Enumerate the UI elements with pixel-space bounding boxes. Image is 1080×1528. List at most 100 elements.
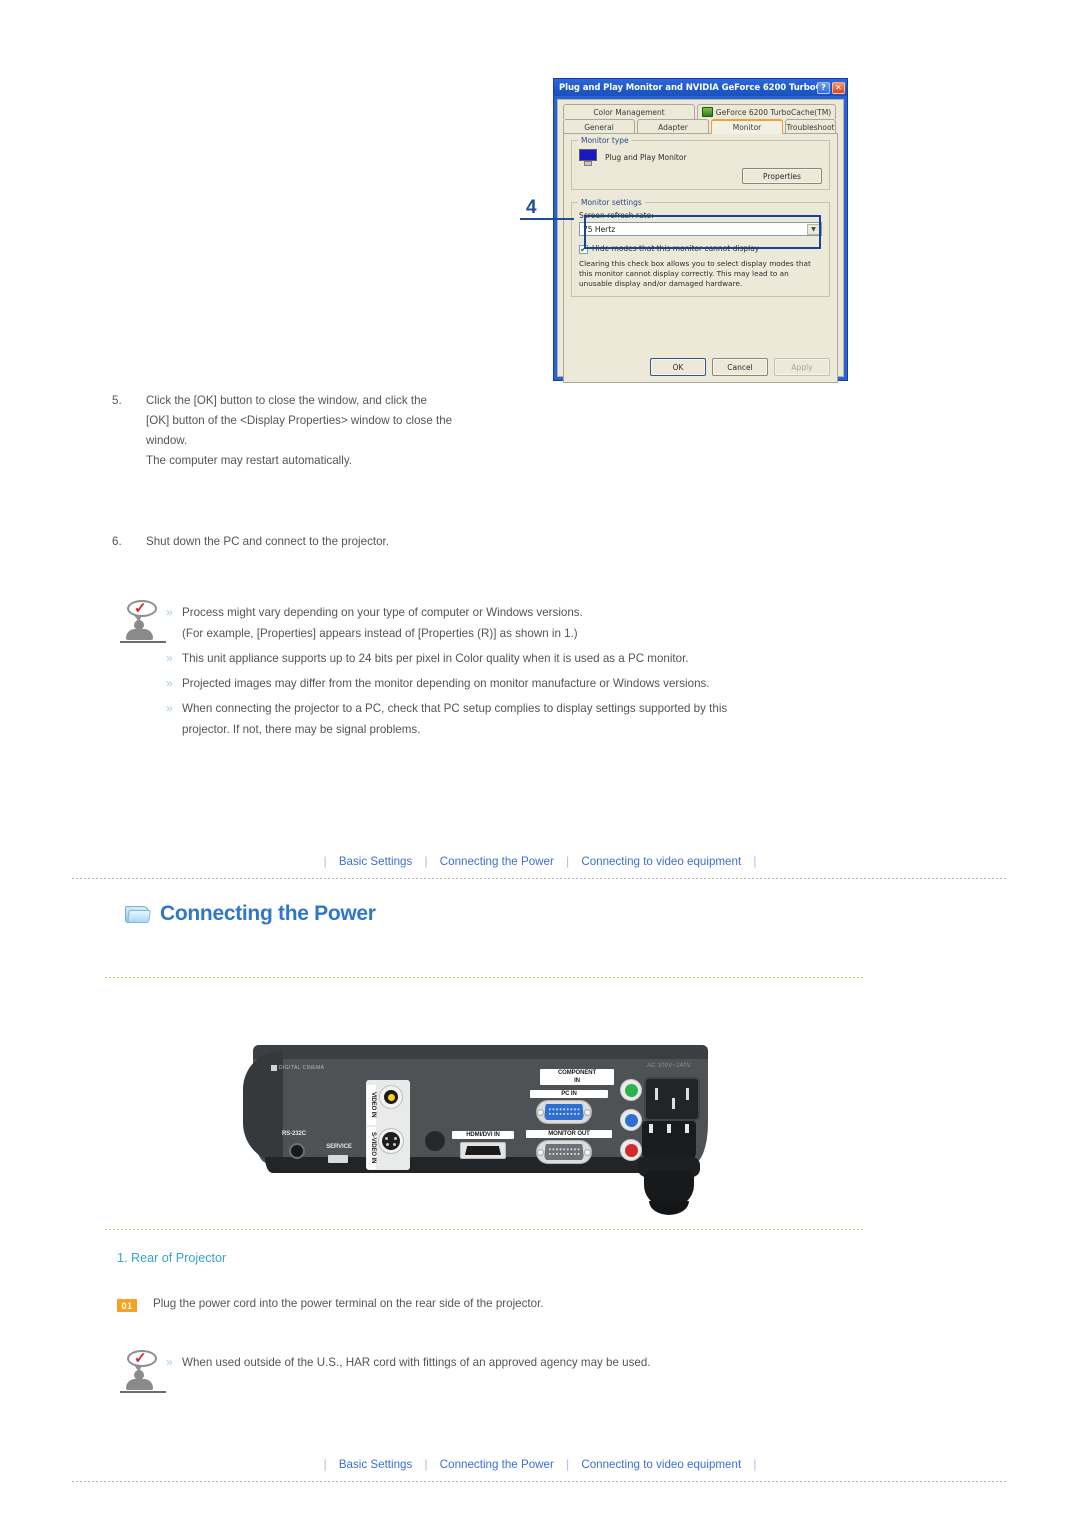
apply-button: Apply <box>774 358 830 376</box>
nav-pipe-1: | <box>424 855 428 868</box>
monitor-type-row: Plug and Play Monitor <box>579 149 822 166</box>
note-top-item-4: » When connecting the projector to a PC,… <box>166 698 727 740</box>
breadcrumb-nav-bottom: | Basic Settings | Connecting the Power … <box>72 1458 1008 1471</box>
ok-button[interactable]: OK <box>650 358 706 376</box>
bullet-chevron-icon: » <box>166 651 173 665</box>
step-6-number: 6. <box>112 535 122 548</box>
nvidia-chip-icon <box>701 107 713 117</box>
note-person-check-icon: ✓ <box>120 598 166 644</box>
monitor-settings-group: Monitor settings Screen refresh rate: 75… <box>571 198 830 297</box>
callout-4-number: 4 <box>526 197 537 218</box>
note-bottom-list: » When used outside of the U.S., HAR cor… <box>166 1348 651 1394</box>
note-top-item-3: » Projected images may differ from the m… <box>166 673 727 694</box>
tab-strip-row2: General Adapter Monitor Troubleshoot <box>563 119 838 134</box>
tab-troubleshoot[interactable]: Troubleshoot <box>785 119 836 134</box>
breadcrumb-nav-top: | Basic Settings | Connecting the Power … <box>72 855 1008 868</box>
section-title-text: Connecting the Power <box>160 902 376 925</box>
nav-pipe-2: | <box>566 855 570 868</box>
nav-link-connecting-to-video-equipment[interactable]: Connecting to video equipment <box>581 855 741 868</box>
tab-adapter[interactable]: Adapter <box>637 119 709 134</box>
note-top-item-1-line-1: Process might vary depending on your typ… <box>182 606 583 619</box>
projector-brand-text: DIGITAL CINEMA <box>279 1065 325 1071</box>
dialog-title: Plug and Play Monitor and NVIDIA GeForce… <box>559 82 817 93</box>
section-header: Connecting the Power <box>125 902 376 926</box>
nav-link-basic-settings[interactable]: Basic Settings <box>339 1458 412 1471</box>
note-top-item-1-text: Process might vary depending on your typ… <box>182 602 583 644</box>
cancel-button[interactable]: Cancel <box>712 358 768 376</box>
titlebar-buttons: ? ✕ <box>817 81 845 94</box>
port-label-service: SERVICE <box>326 1144 352 1150</box>
note-block-top: ✓ » Process might vary depending on your… <box>120 598 727 744</box>
close-icon[interactable]: ✕ <box>832 81 845 94</box>
nav-pipe-left: | <box>323 855 327 868</box>
note-person-check-icon: ✓ <box>120 1348 166 1394</box>
nav-link-connecting-to-video-equipment[interactable]: Connecting to video equipment <box>581 1458 741 1471</box>
tab-general[interactable]: General <box>563 119 635 134</box>
port-label-svideo-in: S-VIDEO IN <box>367 1127 376 1169</box>
ac-power-label: AC 100V~240V <box>647 1063 691 1069</box>
step-5-text: Click the [OK] button to close the windo… <box>146 391 452 471</box>
hide-modes-help-text: Clearing this check box allows you to se… <box>579 259 811 289</box>
bullet-chevron-icon: » <box>166 676 173 690</box>
divider-under-projector <box>105 1229 865 1230</box>
power-plug-head <box>642 1121 696 1159</box>
subsection-title: 1. Rear of Projector <box>117 1251 227 1265</box>
divider-bottom <box>72 1481 1008 1482</box>
hide-modes-checkbox[interactable]: ✔ <box>579 245 588 254</box>
projector-rear-illustration: DIGITAL CINEMA RS-232C SERVICE VIDEO IN … <box>243 1045 743 1220</box>
nav-link-connecting-the-power[interactable]: Connecting the Power <box>440 855 554 868</box>
note-top-item-1-line-2: (For example, [Properties] appears inste… <box>182 627 578 640</box>
note-top-item-1: » Process might vary depending on your t… <box>166 602 727 644</box>
refresh-rate-label: Screen refresh rate: <box>579 211 654 220</box>
dialog-button-row: OK Cancel Apply <box>650 358 830 376</box>
dialog-body: Color Management GeForce 6200 TurboCache… <box>557 99 844 383</box>
hide-modes-row[interactable]: ✔ Hide modes that this monitor cannot di… <box>579 244 822 254</box>
monitor-settings-legend: Monitor settings <box>578 198 645 207</box>
step-5-line-4: The computer may restart automatically. <box>146 454 352 467</box>
tab-monitor[interactable]: Monitor <box>711 119 783 134</box>
monitor-out-vga-port <box>536 1140 592 1164</box>
note-top-item-4-line-1: When connecting the projector to a PC, c… <box>182 702 728 715</box>
nav-pipe-2: | <box>566 1458 570 1471</box>
component-in-line2: IN <box>574 1078 580 1084</box>
pc-in-vga-port <box>536 1100 592 1124</box>
step-5: 5. Click the [OK] button to close the wi… <box>112 391 452 471</box>
note-top-item-4-line-2: projector. If not, there may be signal p… <box>182 723 421 736</box>
monitor-icon <box>579 149 598 166</box>
properties-button-label: Properties <box>763 171 801 181</box>
note-top-item-3-text: Projected images may differ from the mon… <box>182 677 710 690</box>
nav-link-connecting-the-power[interactable]: Connecting the Power <box>440 1458 554 1471</box>
refresh-rate-value: 75 Hertz <box>583 224 616 234</box>
nav-pipe-left: | <box>323 1458 327 1471</box>
monitor-tab-page: Monitor type Plug and Play Monitor Prope… <box>563 133 838 383</box>
nav-pipe-right: | <box>753 1458 757 1471</box>
port-label-monitor-out: MONITOR OUT <box>526 1130 612 1138</box>
svideo-in-jack <box>378 1128 404 1154</box>
monitor-name: Plug and Play Monitor <box>605 153 687 162</box>
rs232c-jack <box>289 1143 305 1159</box>
bullet-chevron-icon: » <box>166 1355 173 1369</box>
component-pb-jack <box>620 1109 642 1131</box>
video-in-rca-jack <box>379 1085 403 1109</box>
unlabeled-round-port <box>425 1131 445 1151</box>
step-5-line-3: window. <box>146 434 188 447</box>
properties-button[interactable]: Properties <box>742 168 822 184</box>
tab-color-management[interactable]: Color Management <box>563 104 695 119</box>
ac-power-inlet <box>644 1077 700 1121</box>
port-label-video-in: VIDEO IN <box>367 1085 376 1125</box>
port-label-hdmi-dvi-in: HDMI/DVI IN <box>452 1131 514 1139</box>
help-icon[interactable]: ? <box>817 81 830 94</box>
tab-strip-row1: Color Management GeForce 6200 TurboCache… <box>563 104 838 119</box>
chevron-down-icon[interactable]: ▼ <box>807 224 820 235</box>
port-label-component-in: COMPONENT IN <box>540 1069 614 1085</box>
projector-brand-logo: DIGITAL CINEMA <box>271 1065 324 1071</box>
step-badge-01: 01 <box>117 1299 137 1312</box>
note-top-list: » Process might vary depending on your t… <box>166 598 727 744</box>
step-6: 6. Shut down the PC and connect to the p… <box>112 532 389 552</box>
nav-link-basic-settings[interactable]: Basic Settings <box>339 855 412 868</box>
divider-top <box>72 878 1008 879</box>
nav-pipe-right: | <box>753 855 757 868</box>
refresh-rate-combobox[interactable]: 75 Hertz ▼ <box>579 222 822 236</box>
monitor-type-group: Monitor type Plug and Play Monitor Prope… <box>571 136 830 190</box>
tab-geforce[interactable]: GeForce 6200 TurboCache(TM) <box>697 104 836 119</box>
